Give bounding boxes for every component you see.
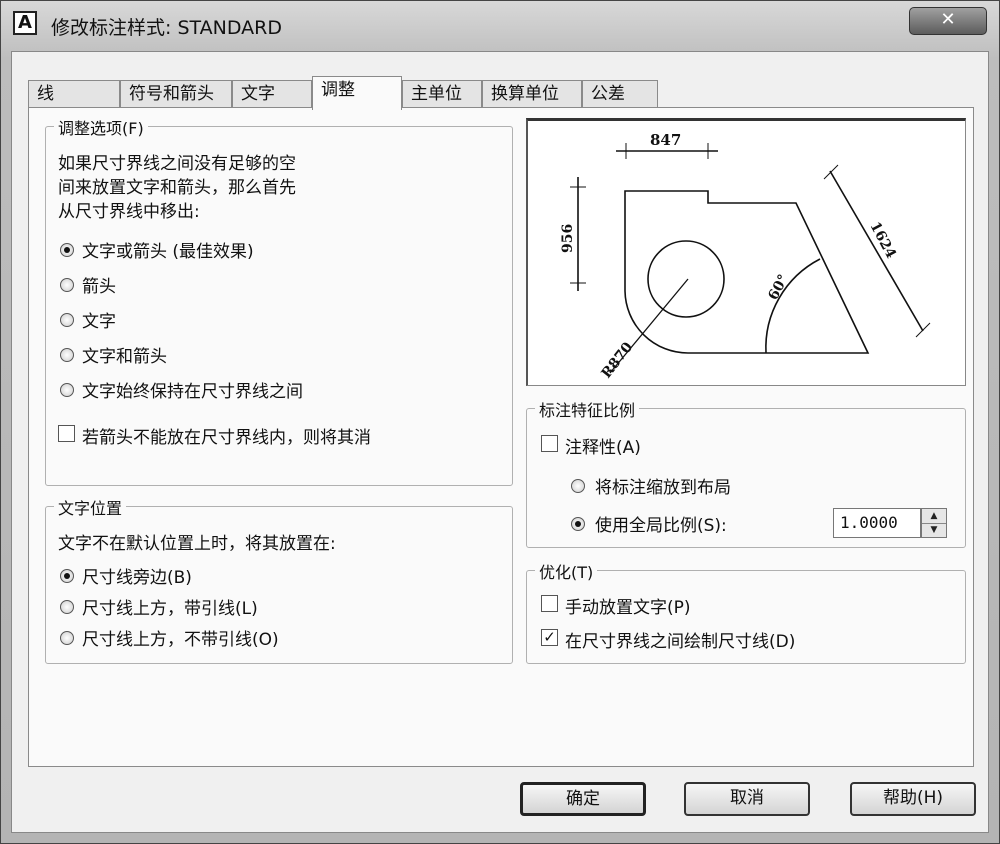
spinner-down-icon[interactable]: ▼ [922, 523, 946, 537]
window-title: 修改标注样式: STANDARD [51, 17, 282, 39]
preview-drawing: 847 956 1624 60° R870 [560, 131, 931, 381]
radio-always-keep-text-label: 文字始终保持在尺寸界线之间 [82, 382, 303, 402]
annotative-checkbox[interactable] [541, 435, 558, 452]
dialog-window: A 修改标注样式: STANDARD ✕ 线 符号和箭头 文字 调整 主单位 换… [0, 0, 1000, 844]
tab-lines[interactable]: 线 [28, 80, 120, 108]
fit-options-group: 调整选项(F) 如果尺寸界线之间没有足够的空 间来放置文字和箭头，那么首先 从尺… [45, 115, 513, 486]
scale-group-title: 标注特征比例 [535, 397, 640, 421]
tab-alternate-units[interactable]: 换算单位 [482, 80, 582, 108]
radio-over-line-without-leader[interactable] [60, 631, 74, 645]
text-placement-group: 文字位置 文字不在默认位置上时，将其放置在: 尺寸线旁边(B) 尺寸线上方，带引… [45, 495, 513, 664]
radio-arrows[interactable] [60, 278, 74, 292]
text-placement-description: 文字不在默认位置上时，将其放置在: [58, 534, 336, 554]
ok-button[interactable]: 确定 [520, 782, 646, 816]
title-bar[interactable]: A 修改标注样式: STANDARD ✕ [1, 1, 999, 49]
radio-always-keep-text[interactable] [60, 383, 74, 397]
fit-options-title: 调整选项(F) [54, 115, 148, 139]
cancel-button[interactable]: 取消 [684, 782, 810, 816]
preview-dim-radius: R870 [599, 339, 637, 381]
close-button[interactable]: ✕ [909, 7, 987, 35]
spinner-up-icon[interactable]: ▲ [922, 509, 946, 524]
part-outline [624, 190, 870, 354]
place-text-manually-label: 手动放置文字(P) [565, 598, 691, 618]
annotative-label: 注释性(A) [565, 438, 641, 458]
overall-scale-spinner[interactable]: ▲ ▼ [921, 508, 947, 538]
finetune-group: 优化(T) 手动放置文字(P) ✓ 在尺寸界线之间绘制尺寸线(D) [526, 559, 966, 664]
fit-description-line2: 间来放置文字和箭头，那么首先 [58, 178, 296, 198]
radio-text-label: 文字 [82, 312, 116, 332]
angular-dimension-arc [765, 258, 821, 354]
tab-symbols-arrows[interactable]: 符号和箭头 [120, 80, 232, 108]
radio-use-overall-scale-label: 使用全局比例(S): [595, 516, 727, 536]
radio-use-overall-scale[interactable] [571, 517, 585, 531]
tab-text[interactable]: 文字 [232, 80, 312, 108]
tab-primary-units[interactable]: 主单位 [402, 80, 482, 108]
radio-over-line-with-leader-label: 尺寸线上方，带引线(L) [82, 599, 258, 619]
dimension-preview: 847 956 1624 60° R870 [526, 118, 966, 386]
text-placement-title: 文字位置 [54, 495, 127, 519]
fit-tab-panel: 调整选项(F) 如果尺寸界线之间没有足够的空 间来放置文字和箭头，那么首先 从尺… [28, 107, 974, 767]
preview-dim-847: 847 [650, 131, 681, 149]
tab-strip: 线 符号和箭头 文字 调整 主单位 换算单位 公差 [28, 76, 688, 110]
help-button[interactable]: 帮助(H) [850, 782, 976, 816]
radio-scale-to-layout-label: 将标注缩放到布局 [595, 478, 731, 498]
radio-text-or-arrows-label: 文字或箭头 (最佳效果) [82, 242, 254, 262]
draw-dim-line-label: 在尺寸界线之间绘制尺寸线(D) [565, 632, 796, 652]
tab-fit[interactable]: 调整 [312, 76, 402, 110]
radio-text[interactable] [60, 313, 74, 327]
autocad-app-icon: A [13, 11, 37, 35]
fit-description-line1: 如果尺寸界线之间没有足够的空 [58, 154, 296, 174]
radio-over-line-with-leader[interactable] [60, 600, 74, 614]
radio-both-text-and-arrows[interactable] [60, 348, 74, 362]
dialog-client-area: 线 符号和箭头 文字 调整 主单位 换算单位 公差 调整选项(F) 如果尺寸界线… [11, 51, 989, 833]
suppress-arrows-checkbox[interactable] [58, 425, 75, 442]
aligned-dimension-line [829, 170, 924, 332]
tab-tolerances[interactable]: 公差 [582, 80, 658, 108]
radio-text-or-arrows[interactable] [60, 243, 74, 257]
hole-circle [647, 240, 725, 318]
place-text-manually-checkbox[interactable] [541, 595, 558, 612]
radio-over-line-without-leader-label: 尺寸线上方，不带引线(O) [82, 630, 279, 650]
overall-scale-input[interactable]: 1.0000 [833, 508, 921, 538]
radio-beside-dimension-line[interactable] [60, 569, 74, 583]
preview-dim-1624: 1624 [866, 219, 899, 261]
radio-scale-to-layout[interactable] [571, 479, 585, 493]
preview-dim-angle: 60° [765, 272, 792, 303]
suppress-arrows-label: 若箭头不能放在尺寸界线内，则将其消 [82, 428, 371, 448]
radio-arrows-label: 箭头 [82, 277, 116, 297]
radio-both-text-and-arrows-label: 文字和箭头 [82, 347, 167, 367]
fit-description-line3: 从尺寸界线中移出: [58, 202, 200, 222]
finetune-group-title: 优化(T) [535, 559, 598, 583]
preview-dim-956: 956 [560, 224, 576, 253]
radio-beside-dimension-line-label: 尺寸线旁边(B) [82, 568, 192, 588]
draw-dim-line-checkbox[interactable]: ✓ [541, 629, 558, 646]
